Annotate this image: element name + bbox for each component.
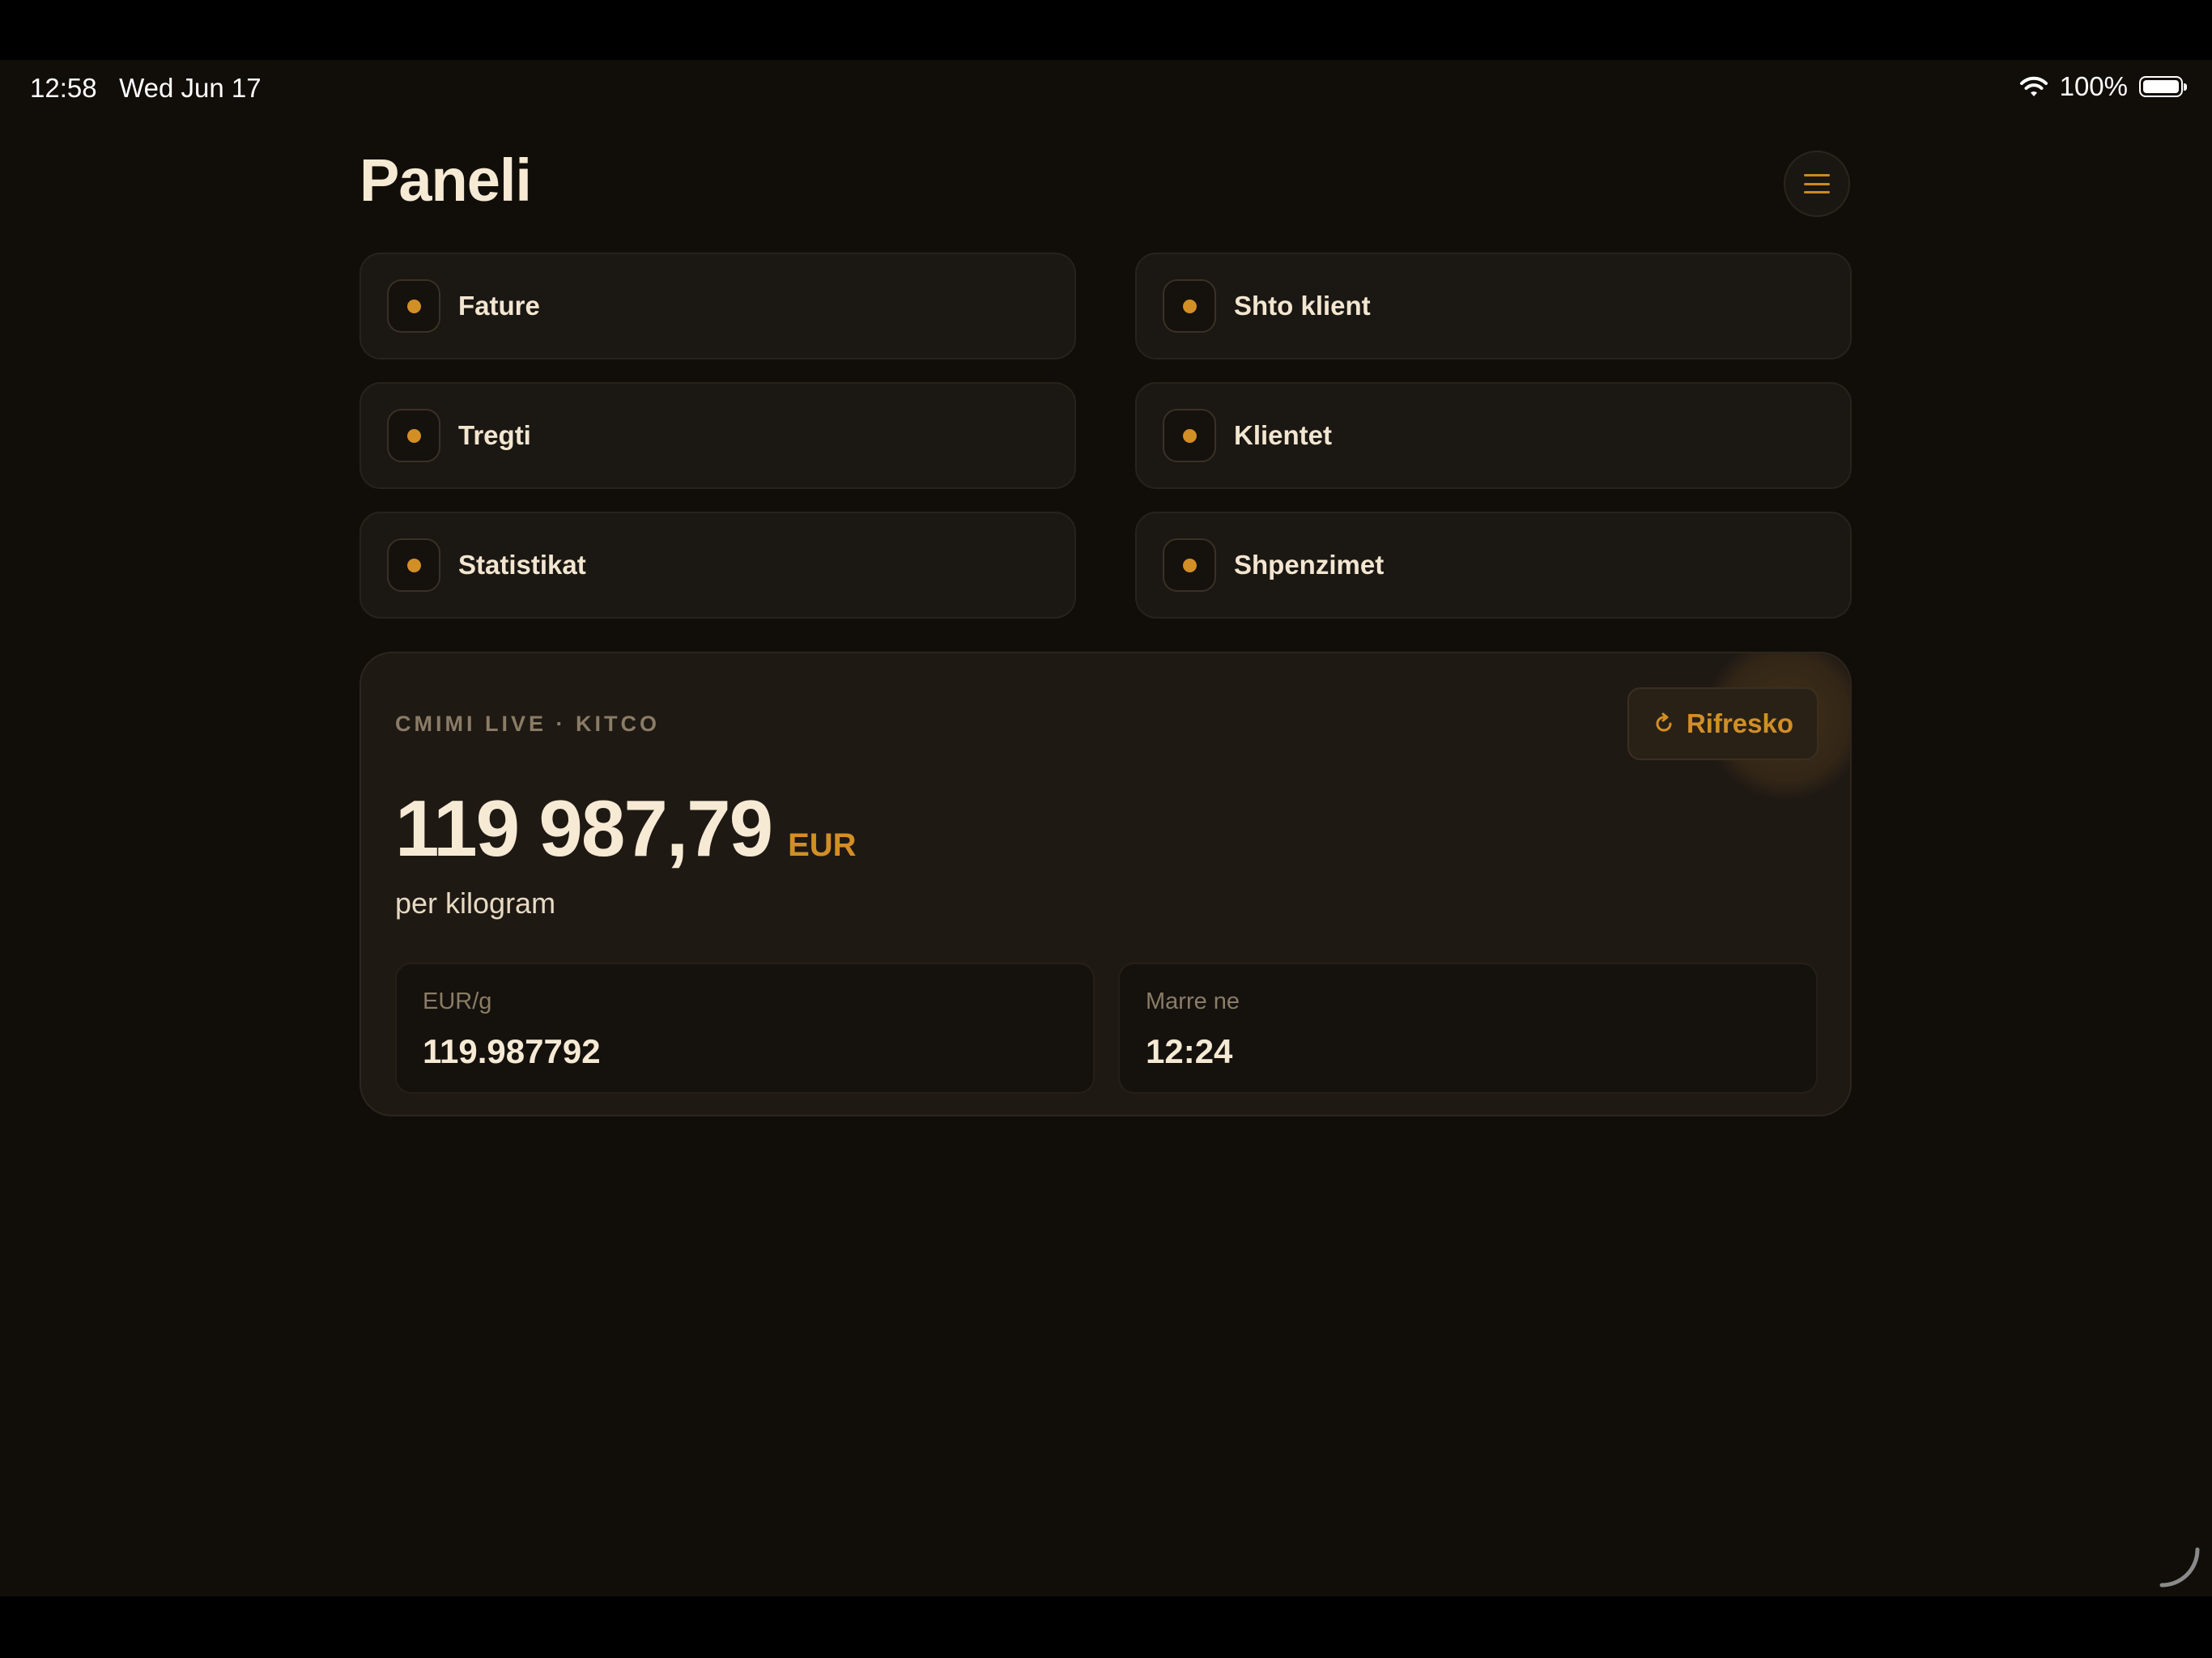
stat-value: 12:24 <box>1146 1032 1233 1070</box>
stat-fetched-at: Marre ne 12:24 <box>1118 963 1818 1094</box>
nav-card-tregti[interactable]: Tregti <box>359 382 1076 489</box>
dot-icon <box>387 409 440 462</box>
status-indicators: 100% <box>2019 71 2187 102</box>
stat-label: EUR/g <box>423 988 492 1014</box>
dot-icon <box>387 538 440 592</box>
nav-card-shpenzimet[interactable]: Shpenzimet <box>1135 512 1852 619</box>
nav-card-shto-klient[interactable]: Shto klient <box>1135 253 1852 359</box>
status-bar: 12:58 Wed Jun 17 100% <box>0 60 2212 120</box>
nav-card-klientet[interactable]: Klientet <box>1135 382 1852 489</box>
nav-card-label: Shpenzimet <box>1234 550 1385 580</box>
dot-icon <box>387 279 440 333</box>
page-title: Paneli <box>359 147 532 214</box>
corner-arc-icon <box>2159 1547 2200 1588</box>
nav-card-label: Tregti <box>458 420 531 450</box>
nav-grid: Fature Shto klient Tregti Klientet Stati… <box>359 253 1852 619</box>
price-value: 119 987,79 <box>395 784 773 873</box>
stat-eur-per-gram: EUR/g 119.987792 <box>395 963 1095 1094</box>
nav-card-label: Klientet <box>1234 420 1333 450</box>
price-unit: per kilogram <box>395 886 556 920</box>
price-source-label: CMIMI LIVE · KITCO <box>395 712 660 736</box>
price-currency: EUR <box>788 827 857 863</box>
menu-button[interactable] <box>1784 151 1850 217</box>
dot-icon <box>1163 279 1216 333</box>
live-price-card: CMIMI LIVE · KITCO Rifresko 119 987,79 E… <box>359 652 1852 1116</box>
dot-icon <box>1163 538 1216 592</box>
battery-icon <box>2139 76 2187 97</box>
refresh-icon <box>1656 712 1672 732</box>
refresh-button[interactable]: Rifresko <box>1627 687 1819 760</box>
nav-card-statistikat[interactable]: Statistikat <box>359 512 1076 619</box>
battery-percent: 100% <box>2059 71 2128 101</box>
status-time-date: 12:58 Wed Jun 17 <box>30 73 262 103</box>
price-row: 119 987,79 EUR <box>395 783 857 874</box>
hamburger-menu-icon <box>1804 174 1830 193</box>
nav-card-label: Shto klient <box>1234 291 1371 321</box>
nav-card-label: Fature <box>458 291 540 321</box>
nav-card-label: Statistikat <box>458 550 586 580</box>
app-screen: 12:58 Wed Jun 17 100% Paneli Fature Shto… <box>0 60 2212 1596</box>
stat-label: Marre ne <box>1146 988 1240 1014</box>
stat-value: 119.987792 <box>423 1032 601 1070</box>
nav-card-fature[interactable]: Fature <box>359 253 1076 359</box>
refresh-label: Rifresko <box>1686 708 1794 738</box>
dot-icon <box>1163 409 1216 462</box>
wifi-icon <box>2019 76 2048 96</box>
